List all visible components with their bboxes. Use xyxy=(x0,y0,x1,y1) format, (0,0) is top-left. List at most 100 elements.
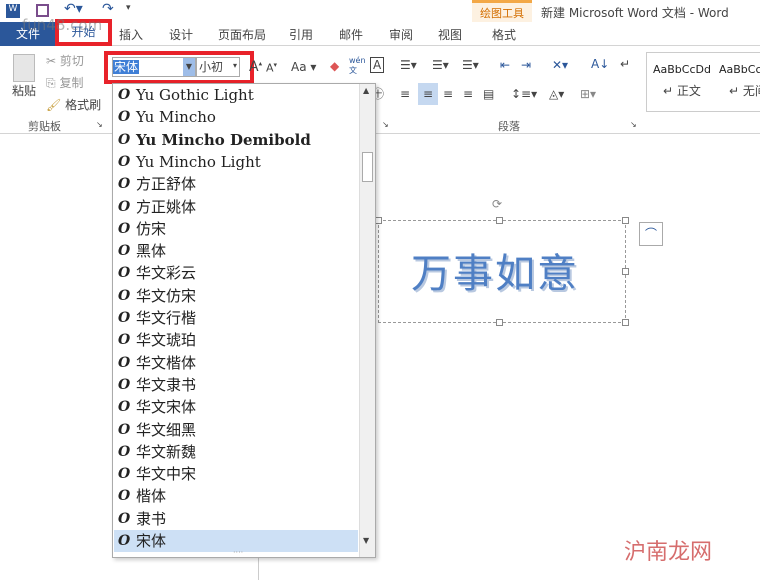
line-spacing-button[interactable]: ↕≡▾ xyxy=(511,87,537,101)
watermark-top: fun48.com xyxy=(22,16,103,34)
chinese-layout-button[interactable]: ✕▾ xyxy=(552,58,568,72)
align-center-icon[interactable]: ≡ xyxy=(418,83,438,105)
style-normal[interactable]: AaBbCcDd ↵ 正文 xyxy=(652,63,712,99)
bullets-button[interactable]: ☰▾ xyxy=(400,58,417,72)
font-name-combo[interactable]: 宋体 ▼ xyxy=(112,57,196,77)
font-name: 宋体 xyxy=(136,532,167,550)
tab-insert[interactable]: 插入 xyxy=(119,26,143,43)
scroll-thumb[interactable] xyxy=(362,152,373,182)
wordart-textbox[interactable]: ⟳ 万事如意 xyxy=(375,197,629,326)
opentype-font-icon: O xyxy=(118,109,131,126)
tab-mailings[interactable]: 邮件 xyxy=(339,26,363,43)
style-no-spacing[interactable]: AaBbCc ↵ 无间隔 xyxy=(719,63,760,99)
title-bar: W ↶▾ ↷ ▾ 新建 Microsoft Word 文档 - Word xyxy=(0,0,760,22)
phonetic-guide-button[interactable]: wén 文 xyxy=(349,56,366,76)
clear-formatting-icon[interactable]: ◆ xyxy=(330,59,339,73)
font-list-item[interactable]: O 华文新魏 xyxy=(114,441,358,463)
opentype-font-icon: O xyxy=(118,399,131,416)
font-list-item[interactable]: O 黑体 xyxy=(114,240,358,262)
scroll-down-icon[interactable]: ▼ xyxy=(363,536,369,545)
tab-review[interactable]: 审阅 xyxy=(389,26,413,43)
font-list-item[interactable]: O 仿宋 xyxy=(114,218,358,240)
scrollbar[interactable]: ▲ ▼ xyxy=(359,84,375,557)
opentype-font-icon: O xyxy=(118,198,131,215)
align-right-icon[interactable]: ≡ xyxy=(443,87,453,101)
font-list-item[interactable]: O 华文中宋 xyxy=(114,463,358,485)
chevron-down-icon[interactable]: ▼ xyxy=(183,58,195,76)
font-list-item[interactable]: O Yu Mincho Light xyxy=(114,151,358,173)
change-case-button[interactable]: Aa ▾ xyxy=(291,60,316,74)
resize-handle[interactable] xyxy=(622,319,629,326)
wordart-text[interactable]: 万事如意 xyxy=(411,241,579,299)
opentype-font-icon: O xyxy=(118,131,131,148)
undo-icon[interactable]: ↶▾ xyxy=(64,1,83,17)
font-name: 仿宋 xyxy=(136,219,167,238)
font-name-input[interactable]: 宋体 xyxy=(113,60,140,74)
font-list-item[interactable]: O 方正舒体 xyxy=(114,173,358,195)
increase-indent-icon[interactable]: ⇥ xyxy=(521,58,531,72)
chevron-down-icon[interactable]: ▾ xyxy=(233,61,237,70)
font-list-item[interactable]: O 华文宋体 xyxy=(114,396,358,418)
opentype-font-icon: O xyxy=(118,87,131,103)
font-list-item[interactable]: O 方正姚体 xyxy=(114,196,358,218)
font-list-item[interactable]: O Yu Mincho Demibold xyxy=(114,129,358,151)
decrease-indent-icon[interactable]: ⇤ xyxy=(500,58,510,72)
tab-layout[interactable]: 页面布局 xyxy=(218,26,266,43)
scroll-up-icon[interactable]: ▲ xyxy=(363,86,369,95)
font-list-item[interactable]: O 楷体 xyxy=(114,485,358,507)
style-preview: AaBbCcDd xyxy=(653,63,711,76)
font-size-combo[interactable]: 小初 ▾ xyxy=(196,57,240,77)
show-marks-icon[interactable]: ↵ xyxy=(620,57,630,71)
font-list-item[interactable]: O 华文隶书 xyxy=(114,374,358,396)
font-list-item[interactable]: O 华文仿宋 xyxy=(114,285,358,307)
align-left-icon[interactable]: ≡ xyxy=(400,87,410,101)
paragraph-group-label: 段落 xyxy=(498,120,520,133)
dialog-launcher-icon[interactable]: ↘ xyxy=(630,120,637,129)
tab-design[interactable]: 设计 xyxy=(169,26,193,43)
resize-handle[interactable] xyxy=(496,217,503,224)
shrink-font-icon[interactable]: A▾ xyxy=(266,61,277,75)
redo-icon[interactable]: ↷ xyxy=(102,1,114,17)
font-name: 华文隶书 xyxy=(136,375,197,394)
resize-handle[interactable] xyxy=(375,217,382,224)
font-list-item[interactable]: O 华文细黑 xyxy=(114,419,358,441)
customize-qat-icon[interactable]: ▾ xyxy=(126,3,131,13)
tab-format[interactable]: 格式 xyxy=(492,26,516,43)
tab-view[interactable]: 视图 xyxy=(438,26,462,43)
resize-handle[interactable] xyxy=(496,319,503,326)
font-list-item[interactable]: O 华文琥珀 xyxy=(114,329,358,351)
opentype-font-icon: O xyxy=(118,220,131,237)
font-name: 华文仿宋 xyxy=(136,286,197,305)
sort-icon[interactable]: A↓ xyxy=(591,57,609,71)
font-list-item[interactable]: O 华文楷体 xyxy=(114,352,358,374)
char-border-icon[interactable]: A xyxy=(370,57,385,73)
resize-handle[interactable] xyxy=(622,268,629,275)
font-list-item[interactable]: O Yu Gothic Light xyxy=(114,84,358,106)
numbering-button[interactable]: ☰▾ xyxy=(432,58,449,72)
dialog-launcher-icon[interactable]: ↘ xyxy=(96,120,103,129)
font-dropdown-list[interactable]: O 宋体 O 隶书 O 楷体 O 华文中宋 O 华文新魏 O 华文细黑 O 华文宋体 O 华文隶书 O 华文楷体 O… xyxy=(112,83,376,558)
tab-references[interactable]: 引用 xyxy=(289,26,313,43)
font-name: 华文宋体 xyxy=(136,398,197,417)
distribute-icon[interactable]: ▤ xyxy=(483,87,494,101)
change-case-label: Aa xyxy=(291,60,307,74)
rotate-handle-icon[interactable]: ⟳ xyxy=(492,197,502,211)
layout-options-icon[interactable]: ⌒ xyxy=(639,222,663,246)
dialog-launcher-icon[interactable]: ↘ xyxy=(382,120,389,129)
copy-button[interactable]: ⎘ 复制 xyxy=(46,74,83,91)
font-list-item[interactable]: O Yu Mincho xyxy=(114,106,358,128)
font-list-item[interactable]: O 华文彩云 xyxy=(114,262,358,284)
format-painter-button[interactable]: 🖌 格式刷 xyxy=(46,96,101,113)
multilevel-list-button[interactable]: ☰▾ xyxy=(462,58,479,72)
resize-handle[interactable] xyxy=(622,217,629,224)
resize-grip[interactable]: ···· xyxy=(233,548,243,557)
borders-button[interactable]: ⊞▾ xyxy=(580,87,596,101)
paste-button[interactable]: 粘贴 xyxy=(8,54,40,112)
font-size-input[interactable]: 小初 xyxy=(197,60,223,74)
cut-button[interactable]: ✂ 剪切 xyxy=(46,52,84,69)
justify-icon[interactable]: ≡ xyxy=(463,87,473,101)
shading-button[interactable]: ◬▾ xyxy=(549,87,564,101)
font-list-item[interactable]: O 华文行楷 xyxy=(114,307,358,329)
grow-font-icon[interactable]: A▴ xyxy=(249,59,262,75)
font-list-item[interactable]: O 隶书 xyxy=(114,508,358,530)
